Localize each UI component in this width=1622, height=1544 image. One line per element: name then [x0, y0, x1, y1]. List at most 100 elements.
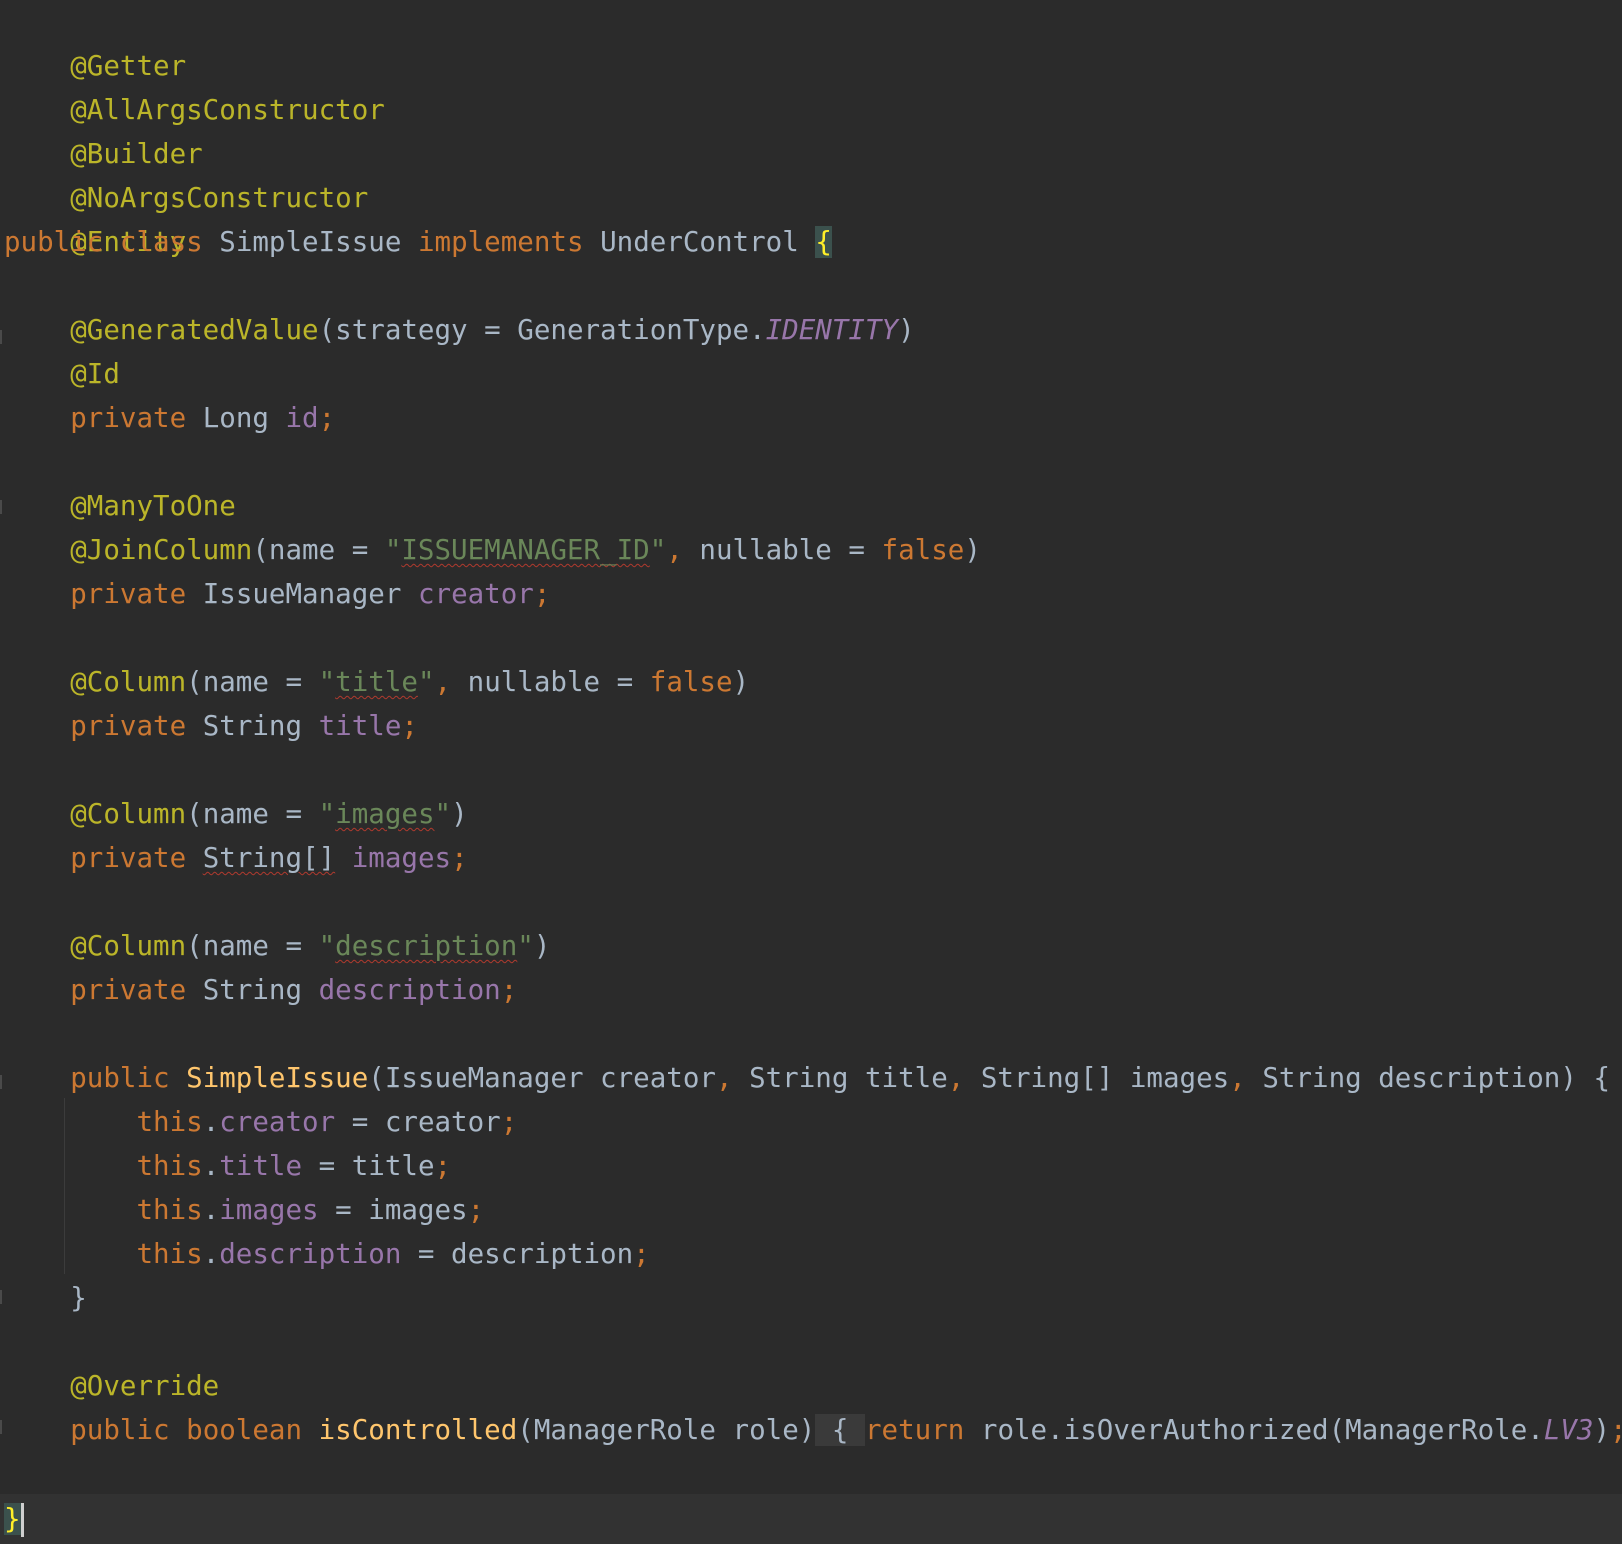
annotation: @Column: [70, 798, 187, 830]
comma: ,: [715, 1062, 733, 1094]
semicolon: ;: [434, 1150, 452, 1182]
string-quote: ": [318, 930, 336, 962]
code-text: ): [964, 534, 981, 566]
keyword: false: [649, 666, 733, 698]
keyword: public: [70, 1062, 170, 1094]
code-text: .: [202, 1150, 220, 1182]
code-line-class-declaration[interactable]: public class SimpleIssue implements Unde…: [4, 220, 832, 264]
current-line-highlight: [0, 1494, 1622, 1544]
type-name: String: [202, 974, 303, 1006]
fold-marker[interactable]: [0, 1420, 2, 1434]
keyword: private: [70, 710, 187, 742]
code-line-assign-images[interactable]: this.images = images;: [4, 1188, 484, 1232]
type-name: String[]: [202, 842, 336, 874]
code-line-column-images[interactable]: @Column(name = "images"): [4, 792, 468, 836]
code-line-field-id[interactable]: private Long id;: [4, 396, 335, 440]
code-text: (name =: [186, 930, 319, 962]
code-editor[interactable]: @Getter @AllArgsConstructor @Builder @No…: [0, 0, 1622, 1544]
annotation: @Id: [70, 358, 120, 390]
code-line-column-description[interactable]: @Column(name = "description"): [4, 924, 550, 968]
closing-brace: }: [70, 1282, 87, 1314]
code-line-assign-title[interactable]: this.title = title;: [4, 1144, 451, 1188]
code-text: ): [1593, 1414, 1611, 1446]
code-line-no-args[interactable]: @NoArgsConstructor: [4, 132, 368, 214]
code-line-field-description[interactable]: private String description;: [4, 968, 517, 1012]
code-text: = creator: [335, 1106, 501, 1138]
code-line-constructor-close[interactable]: }: [4, 1276, 87, 1320]
code-text: ): [732, 666, 750, 698]
type-name: IssueManager: [202, 578, 402, 610]
field-name: description: [219, 1238, 402, 1270]
code-text: ): [533, 930, 551, 962]
code-text: (name =: [186, 666, 319, 698]
field-name: title: [318, 710, 402, 742]
string-quote: ": [434, 798, 452, 830]
code-text: role.isOverAuthorized(ManagerRole.: [964, 1414, 1544, 1446]
code-line-assign-creator[interactable]: this.creator = creator;: [4, 1100, 517, 1144]
code-text: .: [202, 1194, 220, 1226]
keyword: public: [4, 226, 104, 258]
code-text: = images: [318, 1194, 468, 1226]
code-line-column-title[interactable]: @Column(name = "title", nullable = false…: [4, 660, 749, 704]
code-line-field-title[interactable]: private String title;: [4, 704, 418, 748]
code-text: = description: [401, 1238, 634, 1270]
fold-marker[interactable]: [0, 1075, 2, 1089]
code-line-builder[interactable]: @Builder: [4, 88, 202, 170]
annotation: @GeneratedValue: [70, 314, 319, 346]
comma: ,: [434, 666, 452, 698]
code-line-id-annotation[interactable]: @Id: [4, 352, 120, 396]
code-text: nullable =: [451, 666, 650, 698]
semicolon: ;: [500, 974, 518, 1006]
annotation: @Column: [70, 666, 187, 698]
string-quote: ": [384, 534, 402, 566]
code-text: ): [898, 314, 915, 346]
folded-region-open[interactable]: {: [815, 1414, 865, 1446]
code-line-field-images[interactable]: private String[] images;: [4, 836, 467, 880]
code-line-constructor[interactable]: public SimpleIssue(IssueManager creator,…: [4, 1056, 1610, 1100]
string-quote: ": [318, 798, 336, 830]
field-name: description: [318, 974, 501, 1006]
code-line-join-column[interactable]: @JoinColumn(name = "ISSUEMANAGER_ID", nu…: [4, 528, 981, 572]
code-line-all-args[interactable]: @AllArgsConstructor: [4, 44, 385, 126]
comma: ,: [947, 1062, 965, 1094]
keyword: private: [70, 974, 187, 1006]
field-name: images: [219, 1194, 319, 1226]
code-line-is-controlled[interactable]: public boolean isControlled(ManagerRole …: [4, 1408, 1622, 1452]
field-name: title: [219, 1150, 303, 1182]
keyword: boolean: [186, 1414, 303, 1446]
keyword: this: [136, 1194, 203, 1226]
string-quote: ": [649, 534, 667, 566]
keyword: this: [136, 1238, 203, 1270]
fold-marker[interactable]: [0, 330, 2, 344]
code-line-entity[interactable]: @Entity: [4, 176, 186, 258]
field-name: id: [285, 402, 319, 434]
string-quote: ": [417, 666, 435, 698]
code-text: .: [202, 1238, 220, 1270]
semicolon: ;: [500, 1106, 518, 1138]
keyword: private: [70, 842, 187, 874]
code-text: (strategy = GenerationType.: [318, 314, 766, 346]
code-line-many-to-one[interactable]: @ManyToOne: [4, 484, 236, 528]
code-line-getter[interactable]: @Getter: [4, 0, 186, 82]
comma: ,: [1229, 1062, 1246, 1094]
constant: IDENTITY: [765, 314, 899, 346]
code-line-generated-value[interactable]: @GeneratedValue(strategy = GenerationTyp…: [4, 308, 915, 352]
fold-marker[interactable]: [0, 500, 2, 514]
code-text: .: [202, 1106, 220, 1138]
class-name: SimpleIssue: [219, 226, 402, 258]
field-name: creator: [417, 578, 534, 610]
annotation: @ManyToOne: [70, 490, 236, 522]
code-line-field-creator[interactable]: private IssueManager creator;: [4, 572, 550, 616]
code-text: ): [451, 798, 468, 830]
fold-marker[interactable]: [0, 1290, 2, 1304]
field-name: creator: [219, 1106, 336, 1138]
semicolon: ;: [1610, 1414, 1622, 1446]
keyword: this: [136, 1150, 203, 1182]
code-line-override[interactable]: @Override: [4, 1364, 219, 1408]
comma: ,: [666, 534, 683, 566]
string-quote: ": [318, 666, 336, 698]
code-line-class-close[interactable]: }: [4, 1497, 24, 1541]
keyword: this: [136, 1106, 203, 1138]
code-line-assign-description[interactable]: this.description = description;: [4, 1232, 649, 1276]
keyword: class: [119, 226, 203, 258]
